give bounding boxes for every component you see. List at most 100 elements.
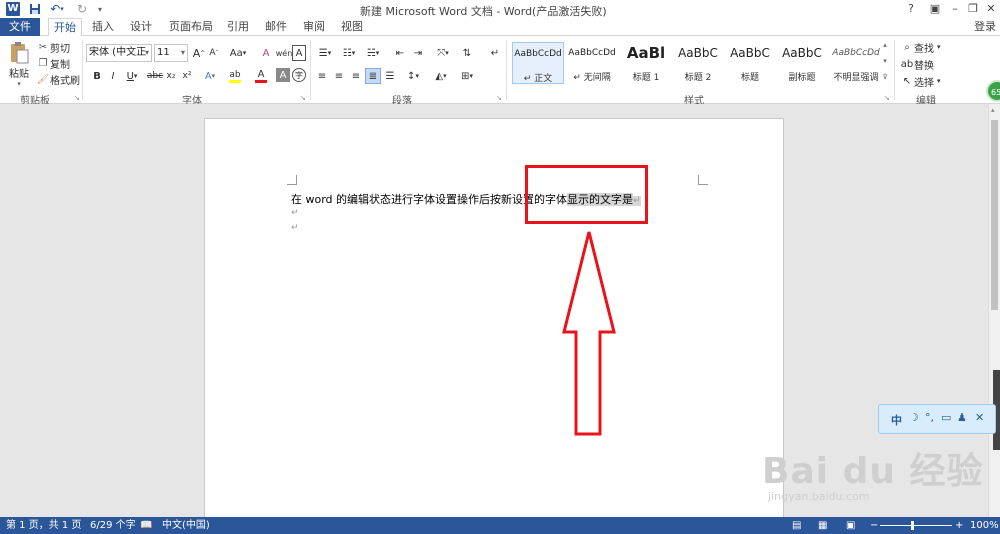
ime-toolbar[interactable]: 中 ☽ °, ▭ ♟ ✕ (878, 404, 996, 434)
strikethrough-button[interactable]: abc (146, 68, 164, 84)
help-button[interactable]: ? (900, 0, 922, 18)
moon-icon[interactable]: ☽ (909, 411, 919, 424)
cut-button[interactable]: ✂ 剪切 (36, 40, 70, 55)
show-marks-button[interactable]: ↵ (488, 45, 502, 61)
text-effects-button[interactable]: A ▾ (200, 68, 220, 84)
italic-button[interactable]: I (106, 68, 120, 84)
numbering-button[interactable]: ☷ ▾ (338, 45, 360, 61)
borders-button[interactable]: ⊞ ▾ (456, 68, 478, 84)
phonetic-guide-button[interactable]: wén (276, 45, 293, 61)
change-case-button[interactable]: Aa ▾ (228, 45, 248, 61)
tab-mailings[interactable]: 邮件 (262, 18, 290, 36)
zoom-slider[interactable] (880, 525, 952, 526)
style-item-heading-1[interactable]: AaBl 标题 1 (620, 42, 672, 84)
customize-icon[interactable]: ▾ (94, 0, 106, 18)
paragraph-launcher-icon[interactable]: ↘ (496, 94, 502, 102)
styles-launcher-icon[interactable]: ↘ (884, 94, 890, 102)
ime-mode-label[interactable]: 中 (891, 412, 902, 428)
bullets-button[interactable]: ☰ ▾ (314, 45, 336, 61)
multilevel-list-button[interactable]: ☵ ▾ (362, 45, 384, 61)
page-count[interactable]: 第 1 页，共 1 页 (6, 517, 81, 534)
tab-page-layout[interactable]: 页面布局 (166, 18, 216, 36)
login-link[interactable]: 登录 (974, 18, 996, 36)
style-item-no-spacing[interactable]: AaBbCcDd ↵ 无间隔 (566, 42, 618, 84)
keyboard-icon[interactable]: ▭ (941, 411, 951, 424)
web-layout-icon[interactable]: ▣ (846, 517, 855, 534)
punctuation-icon[interactable]: °, (925, 411, 934, 424)
format-painter-button[interactable]: 🖌 格式刷 (36, 72, 80, 87)
character-border-button[interactable]: A (292, 45, 306, 61)
save-icon[interactable] (26, 0, 44, 18)
undo-icon[interactable]: ↶ ▾ (46, 0, 68, 18)
copy-button[interactable]: ❐ 复制 (36, 56, 70, 71)
replace-button[interactable]: ab 替换 (900, 57, 934, 72)
highlight-button[interactable]: ab (224, 68, 246, 84)
document-page[interactable]: 在 word 的编辑状态进行字体设置操作后按新设置的字体显示的文字是↵ ↵ ↵ (204, 118, 784, 534)
close-button[interactable]: ✕ (980, 0, 1000, 18)
clipboard-launcher-icon[interactable]: ↘ (74, 94, 80, 102)
tab-view[interactable]: 视图 (338, 18, 366, 36)
tab-file[interactable]: 文件 (0, 18, 40, 36)
tab-insert[interactable]: 插入 (88, 18, 118, 36)
user-icon[interactable]: ♟ (957, 411, 967, 424)
increase-indent-button[interactable]: ⇥ (410, 45, 426, 61)
distributed-icon: ☰ (385, 70, 395, 82)
style-item-heading-2[interactable]: AaBbC 标题 2 (672, 42, 724, 84)
ribbon-display-icon[interactable]: ▣ (924, 0, 946, 18)
redo-icon[interactable]: ↻ (74, 0, 90, 18)
grow-font-button[interactable]: A ^ (192, 45, 206, 61)
align-right-button[interactable]: ≡ (348, 68, 364, 84)
paste-dropdown-icon[interactable]: ▾ (17, 80, 21, 88)
style-name: 标题 1 (632, 73, 660, 83)
proofing-icon[interactable]: 📖 (140, 517, 152, 534)
align-left-button[interactable]: ≡ (314, 68, 330, 84)
vertical-scrollbar[interactable]: ▴ (988, 104, 1000, 517)
scrollbar-thumb[interactable] (991, 120, 998, 310)
tab-references[interactable]: 引用 (224, 18, 252, 36)
tools-icon[interactable]: ✕ (975, 411, 984, 424)
style-item-normal[interactable]: AaBbCcDd ↵ 正文 (512, 42, 564, 84)
tab-review[interactable]: 审阅 (300, 18, 328, 36)
select-button[interactable]: ↖ 选择 ▾ (900, 74, 941, 89)
font-name-combo[interactable]: 宋体 (中文正 ▾ (86, 44, 152, 62)
tab-design[interactable]: 设计 (126, 18, 156, 36)
paste-button[interactable]: 粘贴 ▾ (4, 40, 34, 88)
empty-paragraph-mark: ↵ (291, 208, 299, 218)
clear-format-button[interactable]: A (258, 45, 274, 61)
sort-button[interactable]: ⇅ (460, 45, 474, 61)
align-center-button[interactable]: ≡ (331, 68, 347, 84)
enclose-characters-button[interactable]: 字 (292, 68, 306, 82)
shrink-font-button[interactable]: Aˇ (207, 45, 221, 61)
chinese-layout-button[interactable]: ⤧ ▾ (432, 45, 454, 61)
underline-button[interactable]: U ▾ (122, 68, 142, 84)
decrease-indent-button[interactable]: ⇤ (392, 45, 408, 61)
scroll-up-icon[interactable]: ▴ (991, 106, 995, 114)
zoom-in-button[interactable]: + (955, 517, 963, 534)
character-shading-button[interactable]: A (276, 68, 290, 82)
superscript-button[interactable]: x² (180, 68, 194, 84)
bold-button[interactable]: B (90, 68, 104, 84)
tab-home[interactable]: 开始 (48, 18, 82, 37)
read-mode-icon[interactable]: ▤ (792, 517, 801, 534)
style-item-subtitle[interactable]: AaBbC 副标题 (776, 42, 828, 84)
shading-button[interactable]: ◭ ▾ (430, 68, 452, 84)
baidu-watermark: Bai du 经验 jingyan.baidu.com (762, 442, 984, 503)
language-status[interactable]: 中文(中国) (162, 517, 210, 534)
print-layout-icon[interactable]: ▦ (818, 517, 827, 534)
font-size-combo[interactable]: 11 ▾ (154, 44, 188, 62)
zoom-slider-thumb[interactable] (911, 521, 914, 530)
zoom-out-button[interactable]: − (870, 517, 878, 534)
style-name: 标题 (740, 73, 759, 83)
distributed-button[interactable]: ☰ (382, 68, 398, 84)
zoom-level[interactable]: 100% (970, 517, 999, 534)
font-launcher-icon[interactable]: ↘ (300, 94, 306, 102)
line-spacing-icon: ↕ (407, 70, 416, 82)
style-item-title[interactable]: AaBbC 标题 (724, 42, 776, 84)
subscript-button[interactable]: x₂ (164, 68, 178, 84)
word-count[interactable]: 6/29 个字 (90, 517, 136, 534)
find-button[interactable]: ⌕ 查找 ▾ (900, 40, 940, 55)
justify-button[interactable]: ≣ (365, 68, 381, 84)
style-item-subtle-emphasis[interactable]: AaBbCcDd 不明显强调 (828, 42, 884, 84)
line-spacing-button[interactable]: ↕ ▾ (402, 68, 424, 84)
font-color-button[interactable]: A (250, 68, 272, 84)
